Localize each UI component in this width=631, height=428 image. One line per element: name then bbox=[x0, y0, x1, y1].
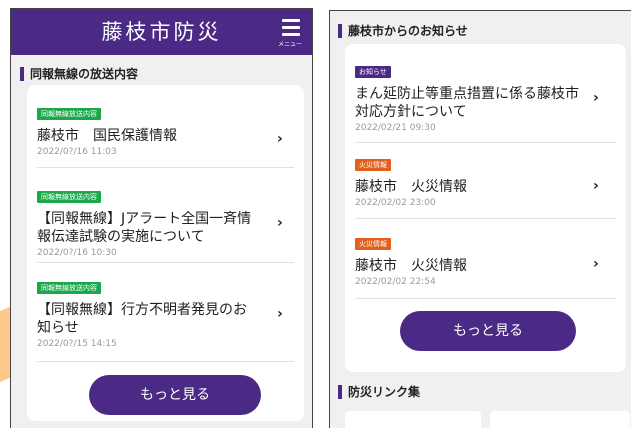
more-button[interactable]: もっと見る bbox=[89, 375, 261, 415]
category-tag: お知らせ bbox=[355, 66, 391, 78]
item-date: 2022/0?/16 11:03 bbox=[37, 147, 117, 157]
broadcast-card: 同報無線放送内容 藤枝市 国民保護情報 2022/0?/16 11:03 › 同… bbox=[27, 85, 304, 421]
phone-screen-right: 藤枝市からのお知らせ お知らせ まん延防止等重点措置に係る藤枝市対応方針について… bbox=[329, 10, 631, 428]
list-item[interactable]: 同報無線放送内容 藤枝市 国民保護情報 2022/0?/16 11:03 bbox=[37, 101, 257, 157]
category-tag: 同報無線放送内容 bbox=[37, 282, 101, 294]
section-title-broadcast: 同報無線の放送内容 bbox=[20, 64, 138, 84]
divider bbox=[37, 262, 294, 263]
disaster-link-tile[interactable] bbox=[345, 411, 481, 428]
disaster-link-tile[interactable] bbox=[490, 411, 630, 428]
category-tag: 同報無線放送内容 bbox=[37, 108, 101, 120]
chevron-right-icon[interactable]: › bbox=[593, 257, 599, 271]
chevron-right-icon[interactable]: › bbox=[277, 307, 283, 321]
section-title-links: 防災リンク集 bbox=[338, 382, 420, 402]
divider bbox=[355, 298, 616, 299]
list-item[interactable]: お知らせ まん延防止等重点措置に係る藤枝市対応方針について 2022/02/21… bbox=[355, 59, 585, 133]
category-tag: 火災情報 bbox=[355, 238, 391, 250]
divider bbox=[37, 167, 294, 168]
item-title: 藤枝市 火災情報 bbox=[355, 179, 467, 195]
section-title-notices: 藤枝市からのお知らせ bbox=[338, 21, 468, 41]
chevron-right-icon[interactable]: › bbox=[593, 91, 599, 105]
divider bbox=[355, 218, 616, 219]
notices-card: お知らせ まん延防止等重点措置に係る藤枝市対応方針について 2022/02/21… bbox=[345, 44, 626, 372]
category-tag: 火災情報 bbox=[355, 159, 391, 171]
list-item[interactable]: 同報無線放送内容 【同報無線】行方不明者発見のお知らせ 2022/0?/15 1… bbox=[37, 275, 257, 349]
item-title: 藤枝市 火災情報 bbox=[355, 258, 467, 274]
item-title: 藤枝市 国民保護情報 bbox=[37, 128, 177, 144]
hamburger-menu-icon-line bbox=[282, 26, 300, 29]
menu-label: メニュー bbox=[277, 41, 302, 48]
divider bbox=[37, 361, 294, 362]
app-header: 藤枝市防災 メニュー bbox=[11, 9, 312, 55]
item-date: 2022/02/02 22:54 bbox=[355, 277, 436, 287]
hamburger-menu-icon bbox=[282, 19, 300, 22]
list-item[interactable]: 同報無線放送内容 【同報無線】Jアラート全国一斉情報伝達試験の実施について 20… bbox=[37, 184, 257, 258]
divider bbox=[355, 142, 616, 143]
category-tag: 同報無線放送内容 bbox=[37, 191, 101, 203]
item-date: 2022/0?/15 14:15 bbox=[37, 339, 117, 349]
chevron-right-icon[interactable]: › bbox=[277, 132, 283, 146]
item-title: まん延防止等重点措置に係る藤枝市対応方針について bbox=[355, 86, 579, 120]
item-date: 2022/02/21 09:30 bbox=[355, 123, 436, 133]
more-button[interactable]: もっと見る bbox=[400, 311, 576, 351]
phone-screen-left: 藤枝市防災 メニュー 同報無線の放送内容 同報無線放送内容 藤枝市 国民保護情報… bbox=[10, 8, 313, 428]
item-title: 【同報無線】Jアラート全国一斉情報伝達試験の実施について bbox=[37, 211, 252, 245]
chevron-right-icon[interactable]: › bbox=[593, 179, 599, 193]
list-item[interactable]: 火災情報 藤枝市 火災情報 2022/02/02 23:00 bbox=[355, 152, 575, 208]
item-date: 2022/02/02 23:00 bbox=[355, 198, 436, 208]
app-title: 藤枝市防災 bbox=[101, 20, 222, 44]
menu-button[interactable]: メニュー bbox=[274, 17, 306, 49]
item-title: 【同報無線】行方不明者発見のお知らせ bbox=[37, 302, 247, 336]
list-item[interactable]: 火災情報 藤枝市 火災情報 2022/02/02 22:54 bbox=[355, 231, 575, 287]
item-date: 2022/0?/16 10:30 bbox=[37, 248, 117, 258]
chevron-right-icon[interactable]: › bbox=[277, 216, 283, 230]
hamburger-menu-icon-line bbox=[282, 33, 300, 36]
